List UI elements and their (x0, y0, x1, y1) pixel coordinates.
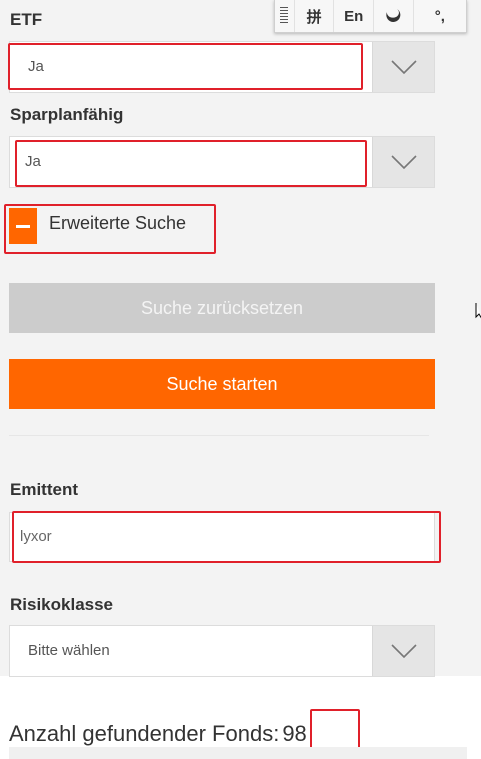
filter-panel: ETF Ja Sparplanfähig Ja Erweiterte Suche… (0, 0, 481, 677)
emittent-label: Emittent (10, 480, 78, 499)
minus-icon (16, 225, 30, 228)
divider (9, 435, 429, 436)
advanced-search-label[interactable]: Erweiterte Suche (49, 213, 186, 234)
results-table-header (9, 747, 467, 759)
ime-english-button[interactable]: En (334, 0, 374, 32)
ime-pinyin-button[interactable]: 拼 (295, 0, 335, 32)
reset-search-button[interactable]: Suche zurücksetzen (9, 283, 435, 333)
sparplan-select[interactable]: Ja (9, 136, 435, 188)
risikoklasse-dropdown-toggle[interactable] (372, 626, 434, 676)
chevron-down-icon (391, 60, 417, 75)
etf-label: ETF (10, 10, 43, 29)
risikoklasse-label: Risikoklasse (10, 595, 114, 614)
result-count-label: Anzahl gefundender Fonds: (9, 721, 280, 746)
sparplan-dropdown-toggle[interactable] (372, 137, 434, 187)
emittent-input-value: lyxor (20, 528, 52, 545)
emittent-input[interactable]: lyxor (9, 512, 435, 562)
chevron-down-icon (391, 644, 417, 659)
ime-punctuation-button[interactable]: °, (414, 0, 466, 32)
chevron-down-icon (391, 155, 417, 170)
moon-icon[interactable] (374, 0, 414, 32)
ime-toolbar: 拼 En °, (274, 0, 467, 33)
etf-dropdown-toggle[interactable] (372, 42, 434, 92)
result-count: Anzahl gefundender Fonds: 98 (9, 721, 310, 747)
sparplan-label: Sparplanfähig (10, 105, 124, 124)
mouse-cursor-icon (475, 303, 481, 319)
result-count-value: 98 (282, 721, 307, 746)
etf-select-value: Ja (28, 58, 44, 75)
advanced-search-toggle[interactable] (9, 208, 37, 244)
etf-select[interactable]: Ja (9, 41, 435, 93)
risikoklasse-select[interactable]: Bitte wählen (9, 625, 435, 677)
grip-icon[interactable] (275, 0, 295, 32)
risikoklasse-select-value: Bitte wählen (28, 642, 110, 659)
sparplan-select-value: Ja (25, 153, 41, 170)
start-search-button[interactable]: Suche starten (9, 359, 435, 409)
